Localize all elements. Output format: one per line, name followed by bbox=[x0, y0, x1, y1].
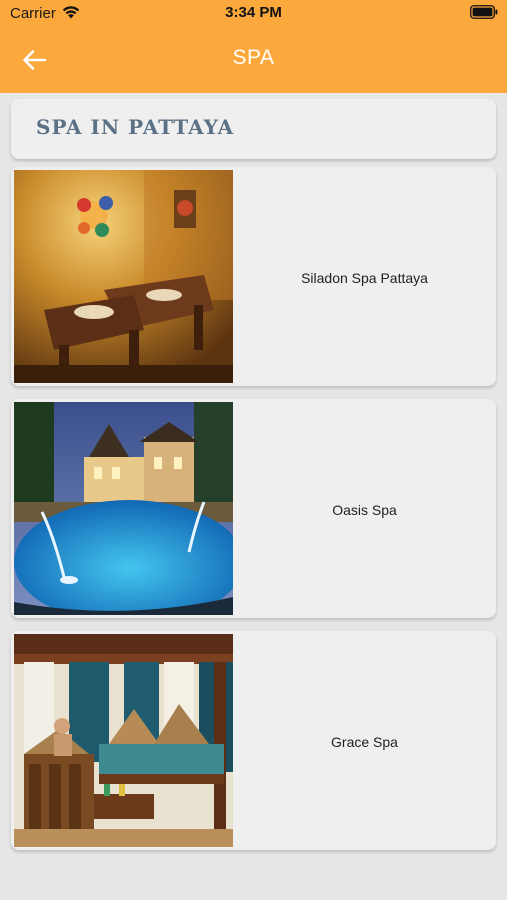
section-header-card: SPA IN PATTAYA bbox=[11, 99, 496, 159]
clock: 3:34 PM bbox=[225, 4, 282, 21]
spa-card-grace[interactable]: Grace Spa bbox=[11, 631, 496, 850]
spa-photo-siladon bbox=[14, 170, 233, 383]
nav-bar: SPA bbox=[0, 28, 507, 93]
spa-card-oasis[interactable]: Oasis Spa bbox=[11, 399, 496, 618]
spa-name: Oasis Spa bbox=[332, 502, 397, 518]
section-title: SPA IN PATTAYA bbox=[36, 115, 235, 139]
header: Carrier 3:34 PM SPA bbox=[0, 0, 507, 93]
spa-name: Grace Spa bbox=[331, 734, 398, 750]
page-title: SPA bbox=[232, 46, 275, 69]
spa-photo-oasis bbox=[14, 402, 233, 615]
status-bar: Carrier 3:34 PM bbox=[0, 0, 507, 28]
spa-photo-grace bbox=[14, 634, 233, 847]
spa-name: Siladon Spa Pattaya bbox=[301, 270, 428, 286]
app-screen: Carrier 3:34 PM SPA SPA IN PATTAYA Silad… bbox=[0, 0, 507, 900]
spa-card-siladon[interactable]: Siladon Spa Pattaya bbox=[11, 167, 496, 386]
battery-icon bbox=[470, 5, 498, 19]
